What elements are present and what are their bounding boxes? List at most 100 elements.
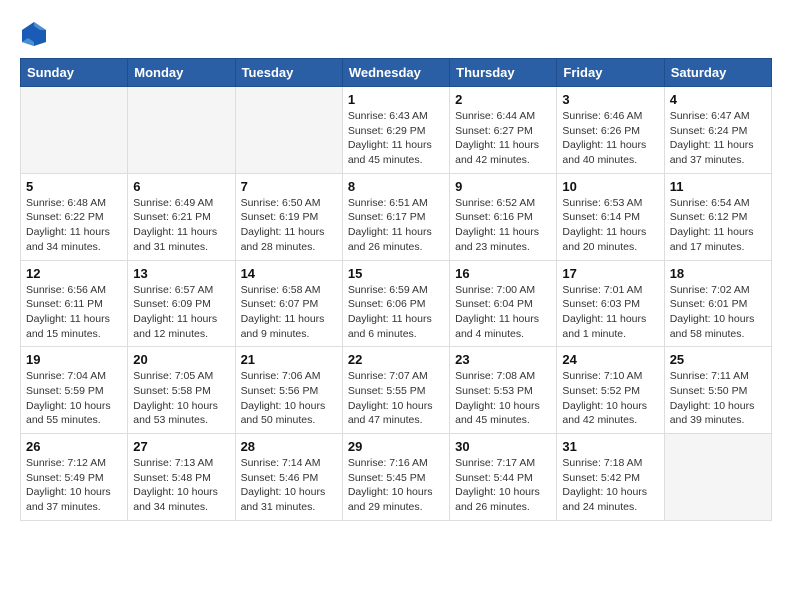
calendar-cell: 1Sunrise: 6:43 AM Sunset: 6:29 PM Daylig… bbox=[342, 87, 449, 174]
day-number: 6 bbox=[133, 179, 229, 194]
day-info: Sunrise: 6:44 AM Sunset: 6:27 PM Dayligh… bbox=[455, 109, 551, 168]
day-info: Sunrise: 7:13 AM Sunset: 5:48 PM Dayligh… bbox=[133, 456, 229, 515]
day-number: 2 bbox=[455, 92, 551, 107]
day-info: Sunrise: 7:05 AM Sunset: 5:58 PM Dayligh… bbox=[133, 369, 229, 428]
day-info: Sunrise: 7:16 AM Sunset: 5:45 PM Dayligh… bbox=[348, 456, 444, 515]
day-number: 18 bbox=[670, 266, 766, 281]
day-info: Sunrise: 7:00 AM Sunset: 6:04 PM Dayligh… bbox=[455, 283, 551, 342]
day-number: 31 bbox=[562, 439, 658, 454]
day-number: 11 bbox=[670, 179, 766, 194]
day-info: Sunrise: 6:53 AM Sunset: 6:14 PM Dayligh… bbox=[562, 196, 658, 255]
day-info: Sunrise: 7:06 AM Sunset: 5:56 PM Dayligh… bbox=[241, 369, 337, 428]
day-info: Sunrise: 7:08 AM Sunset: 5:53 PM Dayligh… bbox=[455, 369, 551, 428]
calendar-cell bbox=[128, 87, 235, 174]
day-info: Sunrise: 7:17 AM Sunset: 5:44 PM Dayligh… bbox=[455, 456, 551, 515]
calendar-cell: 31 Sunrise: 7:18 AM Sunset: 5:42 PM Dayli… bbox=[557, 434, 664, 521]
day-info: Sunrise: 6:43 AM Sunset: 6:29 PM Dayligh… bbox=[348, 109, 444, 168]
page: SundayMondayTuesdayWednesdayThursdayFrid… bbox=[0, 0, 792, 531]
calendar-cell: 11 Sunrise: 6:54 AM Sunset: 6:12 PM Dayli… bbox=[664, 173, 771, 260]
day-number: 15 bbox=[348, 266, 444, 281]
day-number: 25 bbox=[670, 352, 766, 367]
day-info: Sunrise: 6:57 AM Sunset: 6:09 PM Dayligh… bbox=[133, 283, 229, 342]
day-number: 28 bbox=[241, 439, 337, 454]
day-info: Sunrise: 7:01 AM Sunset: 6:03 PM Dayligh… bbox=[562, 283, 658, 342]
calendar-cell bbox=[664, 434, 771, 521]
header-row: SundayMondayTuesdayWednesdayThursdayFrid… bbox=[21, 59, 772, 87]
day-number: 26 bbox=[26, 439, 122, 454]
day-header-sunday: Sunday bbox=[21, 59, 128, 87]
day-info: Sunrise: 7:10 AM Sunset: 5:52 PM Dayligh… bbox=[562, 369, 658, 428]
calendar-cell: 16 Sunrise: 7:00 AM Sunset: 6:04 PM Dayli… bbox=[450, 260, 557, 347]
calendar-cell: 18Sunrise: 7:02 AM Sunset: 6:01 PM Dayli… bbox=[664, 260, 771, 347]
day-number: 20 bbox=[133, 352, 229, 367]
calendar: SundayMondayTuesdayWednesdayThursdayFrid… bbox=[20, 58, 772, 521]
day-info: Sunrise: 6:52 AM Sunset: 6:16 PM Dayligh… bbox=[455, 196, 551, 255]
calendar-cell: 19 Sunrise: 7:04 AM Sunset: 5:59 PM Dayli… bbox=[21, 347, 128, 434]
day-number: 17 bbox=[562, 266, 658, 281]
day-info: Sunrise: 6:50 AM Sunset: 6:19 PM Dayligh… bbox=[241, 196, 337, 255]
day-number: 19 bbox=[26, 352, 122, 367]
logo bbox=[20, 20, 52, 48]
week-row-3: 12Sunrise: 6:56 AM Sunset: 6:11 PM Dayli… bbox=[21, 260, 772, 347]
calendar-cell: 26 Sunrise: 7:12 AM Sunset: 5:49 PM Dayli… bbox=[21, 434, 128, 521]
calendar-cell: 24 Sunrise: 7:10 AM Sunset: 5:52 PM Dayli… bbox=[557, 347, 664, 434]
day-number: 13 bbox=[133, 266, 229, 281]
day-info: Sunrise: 7:18 AM Sunset: 5:42 PM Dayligh… bbox=[562, 456, 658, 515]
calendar-cell: 5 Sunrise: 6:48 AM Sunset: 6:22 PM Daylig… bbox=[21, 173, 128, 260]
calendar-cell: 27 Sunrise: 7:13 AM Sunset: 5:48 PM Dayli… bbox=[128, 434, 235, 521]
day-info: Sunrise: 6:46 AM Sunset: 6:26 PM Dayligh… bbox=[562, 109, 658, 168]
day-number: 23 bbox=[455, 352, 551, 367]
day-info: Sunrise: 7:12 AM Sunset: 5:49 PM Dayligh… bbox=[26, 456, 122, 515]
day-info: Sunrise: 6:49 AM Sunset: 6:21 PM Dayligh… bbox=[133, 196, 229, 255]
calendar-cell: 28Sunrise: 7:14 AM Sunset: 5:46 PM Dayli… bbox=[235, 434, 342, 521]
day-number: 22 bbox=[348, 352, 444, 367]
calendar-cell: 15 Sunrise: 6:59 AM Sunset: 6:06 PM Dayli… bbox=[342, 260, 449, 347]
calendar-cell: 25 Sunrise: 7:11 AM Sunset: 5:50 PM Dayli… bbox=[664, 347, 771, 434]
day-info: Sunrise: 7:04 AM Sunset: 5:59 PM Dayligh… bbox=[26, 369, 122, 428]
day-info: Sunrise: 7:07 AM Sunset: 5:55 PM Dayligh… bbox=[348, 369, 444, 428]
day-info: Sunrise: 6:56 AM Sunset: 6:11 PM Dayligh… bbox=[26, 283, 122, 342]
calendar-cell: 21 Sunrise: 7:06 AM Sunset: 5:56 PM Dayli… bbox=[235, 347, 342, 434]
day-info: Sunrise: 6:47 AM Sunset: 6:24 PM Dayligh… bbox=[670, 109, 766, 168]
day-number: 9 bbox=[455, 179, 551, 194]
day-info: Sunrise: 6:51 AM Sunset: 6:17 PM Dayligh… bbox=[348, 196, 444, 255]
calendar-cell: 2 Sunrise: 6:44 AM Sunset: 6:27 PM Daylig… bbox=[450, 87, 557, 174]
day-header-tuesday: Tuesday bbox=[235, 59, 342, 87]
day-header-friday: Friday bbox=[557, 59, 664, 87]
day-number: 30 bbox=[455, 439, 551, 454]
day-number: 16 bbox=[455, 266, 551, 281]
day-info: Sunrise: 6:54 AM Sunset: 6:12 PM Dayligh… bbox=[670, 196, 766, 255]
day-number: 21 bbox=[241, 352, 337, 367]
calendar-cell: 8 Sunrise: 6:51 AM Sunset: 6:17 PM Daylig… bbox=[342, 173, 449, 260]
day-header-monday: Monday bbox=[128, 59, 235, 87]
calendar-cell: 12Sunrise: 6:56 AM Sunset: 6:11 PM Dayli… bbox=[21, 260, 128, 347]
day-number: 27 bbox=[133, 439, 229, 454]
calendar-cell: 3Sunrise: 6:46 AM Sunset: 6:26 PM Daylig… bbox=[557, 87, 664, 174]
day-number: 5 bbox=[26, 179, 122, 194]
calendar-cell: 9 Sunrise: 6:52 AM Sunset: 6:16 PM Daylig… bbox=[450, 173, 557, 260]
calendar-cell: 13 Sunrise: 6:57 AM Sunset: 6:09 PM Dayli… bbox=[128, 260, 235, 347]
calendar-cell: 14Sunrise: 6:58 AM Sunset: 6:07 PM Dayli… bbox=[235, 260, 342, 347]
calendar-cell: 4 Sunrise: 6:47 AM Sunset: 6:24 PM Daylig… bbox=[664, 87, 771, 174]
calendar-cell: 17 Sunrise: 7:01 AM Sunset: 6:03 PM Dayli… bbox=[557, 260, 664, 347]
calendar-cell: 6 Sunrise: 6:49 AM Sunset: 6:21 PM Daylig… bbox=[128, 173, 235, 260]
week-row-1: 1Sunrise: 6:43 AM Sunset: 6:29 PM Daylig… bbox=[21, 87, 772, 174]
day-number: 10 bbox=[562, 179, 658, 194]
day-info: Sunrise: 6:48 AM Sunset: 6:22 PM Dayligh… bbox=[26, 196, 122, 255]
day-number: 24 bbox=[562, 352, 658, 367]
day-header-thursday: Thursday bbox=[450, 59, 557, 87]
day-number: 8 bbox=[348, 179, 444, 194]
calendar-cell: 20 Sunrise: 7:05 AM Sunset: 5:58 PM Dayli… bbox=[128, 347, 235, 434]
header bbox=[20, 20, 772, 48]
calendar-cell: 30 Sunrise: 7:17 AM Sunset: 5:44 PM Dayli… bbox=[450, 434, 557, 521]
day-number: 4 bbox=[670, 92, 766, 107]
logo-icon bbox=[20, 20, 48, 48]
day-number: 7 bbox=[241, 179, 337, 194]
day-info: Sunrise: 7:11 AM Sunset: 5:50 PM Dayligh… bbox=[670, 369, 766, 428]
calendar-cell: 10 Sunrise: 6:53 AM Sunset: 6:14 PM Dayli… bbox=[557, 173, 664, 260]
day-info: Sunrise: 6:59 AM Sunset: 6:06 PM Dayligh… bbox=[348, 283, 444, 342]
day-header-saturday: Saturday bbox=[664, 59, 771, 87]
calendar-cell: 22 Sunrise: 7:07 AM Sunset: 5:55 PM Dayli… bbox=[342, 347, 449, 434]
calendar-cell bbox=[235, 87, 342, 174]
day-info: Sunrise: 6:58 AM Sunset: 6:07 PM Dayligh… bbox=[241, 283, 337, 342]
